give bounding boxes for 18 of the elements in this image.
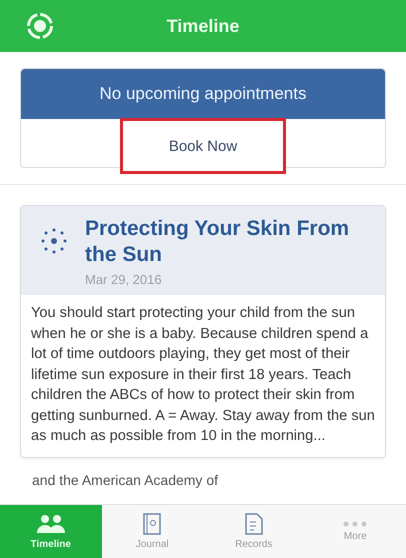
document-icon: [244, 513, 263, 535]
sun-icon: [39, 226, 69, 256]
appointments-message: No upcoming appointments: [21, 69, 385, 119]
tab[interactable]: Journal: [102, 505, 203, 558]
tab[interactable]: More: [304, 505, 406, 558]
article-title: Protecting Your Skin From the Sun: [85, 216, 350, 268]
journal-icon: [143, 513, 162, 535]
article-card[interactable]: [20, 205, 386, 458]
article-body: You should start protecting your child from the sun when he or she is a baby. Because children spend a lot of time outdoors playing, they get most of their lifetime sun exposure in their first 18 years. Teach children the ABCs of how to protect their skin from getting sunburned. A = Away. Stay away from the sun as much as possible from 10 in the morning...: [30, 304, 376, 446]
people-icon: [36, 513, 66, 535]
article-date: Mar 29, 2016: [85, 272, 163, 287]
target-icon: [26, 12, 54, 40]
book-now-button[interactable]: Book Now: [120, 118, 286, 174]
next-article-text: and the American Academy of: [31, 472, 219, 488]
header-title: Timeline: [166, 16, 240, 36]
more-icon: [343, 521, 368, 527]
tab[interactable]: Timeline: [0, 505, 102, 558]
tab[interactable]: Records: [203, 505, 304, 558]
